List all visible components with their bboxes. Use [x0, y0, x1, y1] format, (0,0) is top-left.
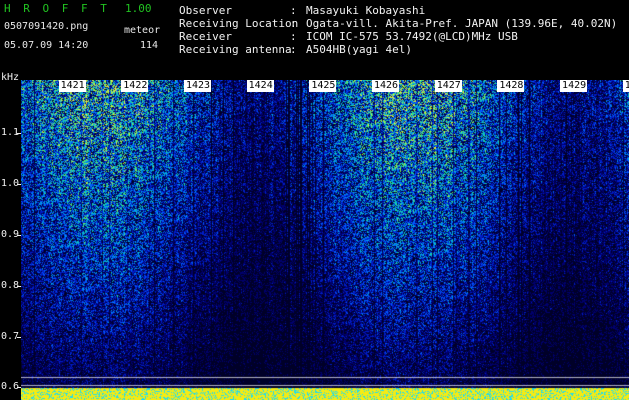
mode-label: meteor: [124, 25, 161, 36]
frequency-axis: kHz 1.1 1.0 0.9 0.8 0.7 0.6: [0, 72, 21, 400]
image-filename: 0507091420.png: [4, 21, 89, 32]
info-row-antenna: Receiving antenna : A504HB(yagi 4el): [179, 43, 617, 56]
info-row-location: Receiving Location : Ogata-vill. Akita-P…: [179, 17, 617, 30]
info-separator: :: [290, 43, 297, 56]
info-separator: :: [290, 4, 297, 17]
spectrogram-canvas: [21, 80, 629, 400]
meteor-count: 114: [140, 40, 159, 51]
info-value: ICOM IC-575 53.7492(@LCD)MHz USB: [306, 30, 518, 43]
station-info: Observer : Masayuki Kobayashi Receiving …: [179, 4, 617, 56]
info-label: Receiving antenna: [179, 43, 292, 56]
app-version: 1.00: [125, 2, 152, 15]
capture-datetime: 05.07.09 14:20: [4, 40, 89, 51]
info-separator: :: [290, 30, 297, 43]
info-label: Receiver: [179, 30, 232, 43]
info-row-receiver: Receiver : ICOM IC-575 53.7492(@LCD)MHz …: [179, 30, 617, 43]
info-value: Masayuki Kobayashi: [306, 4, 426, 17]
info-label: Receiving Location: [179, 17, 299, 30]
info-value: Ogata-vill. Akita-Pref. JAPAN (139.96E, …: [306, 17, 618, 30]
spectrogram: [21, 80, 629, 400]
info-row-observer: Observer : Masayuki Kobayashi: [179, 4, 617, 17]
hrofft-window: H R O F F T 1.00 0507091420.png meteor 0…: [0, 0, 629, 400]
app-title: H R O F F T: [4, 2, 110, 15]
info-value: A504HB(yagi 4el): [306, 43, 412, 56]
frequency-unit-label: kHz: [1, 72, 20, 83]
info-label: Observer: [179, 4, 232, 17]
info-separator: :: [290, 17, 297, 30]
